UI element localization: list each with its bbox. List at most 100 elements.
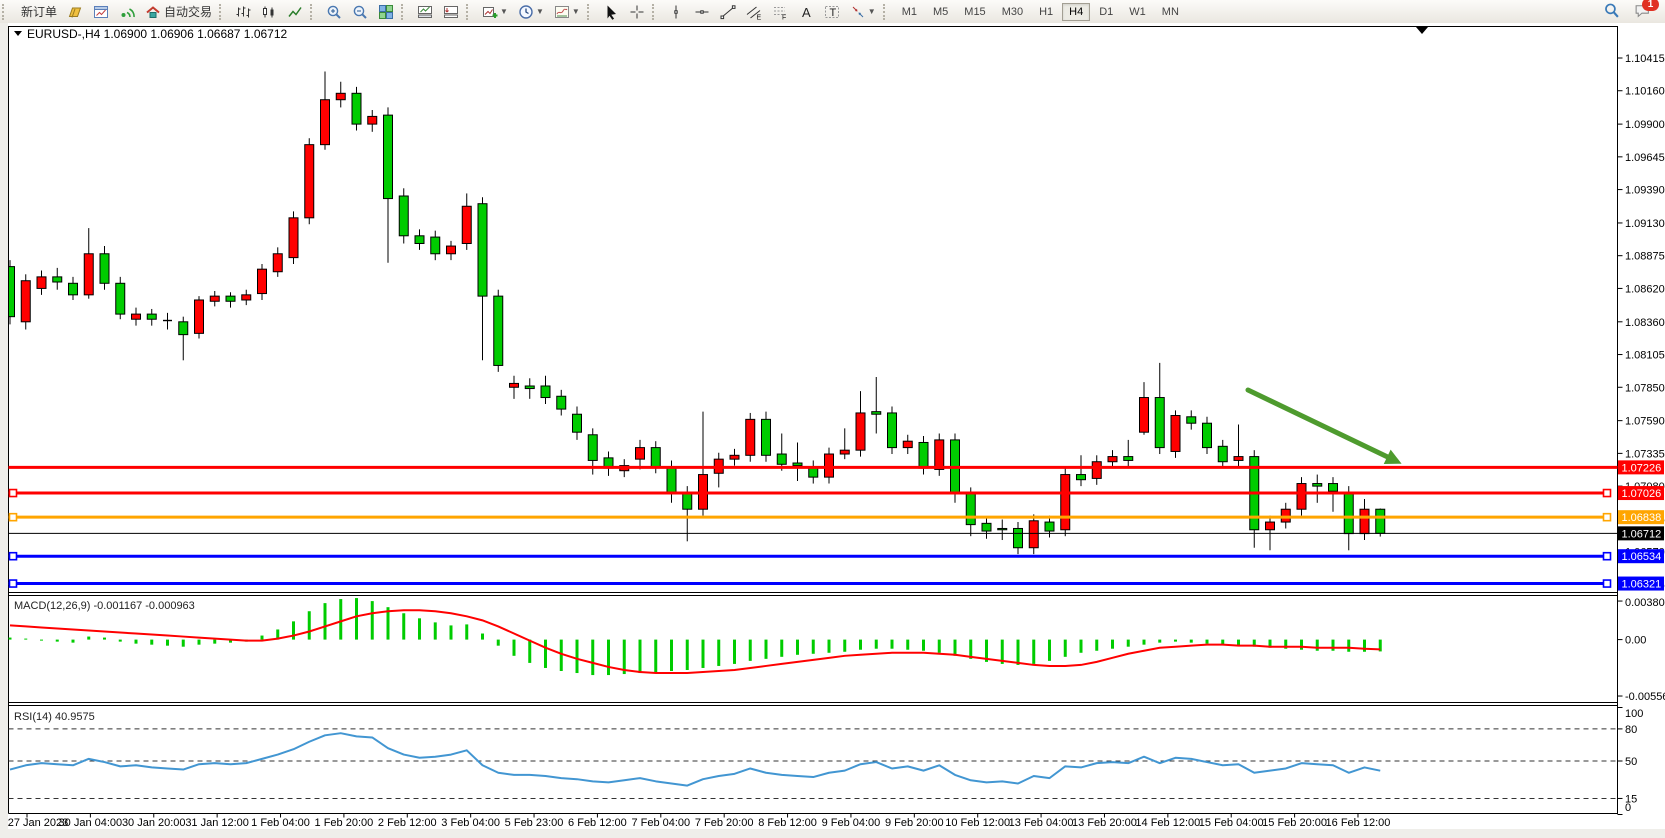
signals-button[interactable]: [115, 1, 139, 23]
toolbar-grip: [401, 4, 410, 20]
svg-text:1.08875: 1.08875: [1625, 251, 1665, 263]
toolbar-grip: [652, 4, 661, 20]
timeframe-m30[interactable]: M30: [995, 3, 1030, 21]
crosshair-icon: [629, 4, 645, 20]
add-indicator-button[interactable]: ▼: [478, 1, 512, 23]
chevron-down-icon[interactable]: ▼: [868, 7, 876, 16]
line-handle[interactable]: [1604, 580, 1611, 587]
zoom-in-icon: [326, 4, 342, 20]
cursor-button[interactable]: [599, 1, 623, 23]
new-order-button[interactable]: 新订单: [14, 1, 61, 23]
text-button[interactable]: A: [794, 1, 818, 23]
price-line-badge[interactable]: 1.07026: [1618, 486, 1664, 500]
search-button[interactable]: [1603, 2, 1620, 22]
svg-text:T: T: [829, 7, 836, 19]
templates-button[interactable]: ▼: [550, 1, 584, 23]
svg-text:30 Jan 20:00: 30 Jan 20:00: [122, 817, 186, 829]
toolbar-grip: [466, 4, 475, 20]
svg-text:31 Jan 12:00: 31 Jan 12:00: [185, 817, 249, 829]
line-handle[interactable]: [10, 490, 17, 497]
horizontal-line-icon: [694, 4, 710, 20]
timeframe-mn[interactable]: MN: [1155, 3, 1186, 21]
search-icon: [1603, 2, 1620, 19]
tile-windows-button[interactable]: [374, 1, 398, 23]
periods-icon: [518, 4, 534, 20]
svg-text:50: 50: [1625, 756, 1637, 768]
fibonacci-button[interactable]: F: [768, 1, 792, 23]
new-chart-button[interactable]: [89, 1, 113, 23]
zoom-out-button[interactable]: [348, 1, 372, 23]
line-handle[interactable]: [1604, 553, 1611, 560]
periods-button[interactable]: ▼: [514, 1, 548, 23]
horizontal-line-button[interactable]: [690, 1, 714, 23]
svg-text:7 Feb 04:00: 7 Feb 04:00: [631, 817, 690, 829]
svg-text:14 Feb 12:00: 14 Feb 12:00: [1135, 817, 1200, 829]
price-line-badge[interactable]: 1.06712: [1618, 526, 1664, 540]
chevron-down-icon[interactable]: ▼: [536, 7, 544, 16]
svg-text:13 Feb 20:00: 13 Feb 20:00: [1072, 817, 1137, 829]
zoom-in-button[interactable]: [322, 1, 346, 23]
svg-text:1.09130: 1.09130: [1625, 218, 1665, 230]
svg-text:1.08360: 1.08360: [1625, 317, 1665, 329]
svg-text:1 Feb 20:00: 1 Feb 20:00: [315, 817, 374, 829]
bar-chart-icon: [235, 4, 251, 20]
svg-text:6 Feb 12:00: 6 Feb 12:00: [568, 817, 627, 829]
price-line-badge[interactable]: 1.07226: [1618, 460, 1664, 474]
svg-text:15 Feb 04:00: 15 Feb 04:00: [1199, 817, 1264, 829]
svg-text:1.10415: 1.10415: [1625, 53, 1665, 65]
svg-text:1.06321: 1.06321: [1622, 579, 1662, 591]
timeframe-h4[interactable]: H4: [1062, 3, 1090, 21]
svg-text:1.06838: 1.06838: [1622, 512, 1662, 524]
timeframe-h1[interactable]: H1: [1032, 3, 1060, 21]
chevron-down-icon[interactable]: ▼: [500, 7, 508, 16]
vertical-line-button[interactable]: [664, 1, 688, 23]
timeframe-m5[interactable]: M5: [926, 3, 955, 21]
crosshair-button[interactable]: [625, 1, 649, 23]
svg-text:0.00: 0.00: [1625, 635, 1646, 647]
chat-button[interactable]: 1: [1634, 2, 1651, 22]
line-handle[interactable]: [1604, 490, 1611, 497]
indicator-window-alt-button[interactable]: [439, 1, 463, 23]
svg-text:E: E: [756, 14, 761, 20]
svg-text:1.09390: 1.09390: [1625, 185, 1665, 197]
arrows-button[interactable]: ▼: [846, 1, 880, 23]
line-handle[interactable]: [10, 514, 17, 521]
line-chart-button[interactable]: [283, 1, 307, 23]
new-chart-icon: [93, 4, 109, 20]
candlestick-chart-button[interactable]: [257, 1, 281, 23]
text-icon: A: [798, 4, 814, 20]
indicator-window-button[interactable]: [413, 1, 437, 23]
equidistant-channel-button[interactable]: E: [742, 1, 766, 23]
svg-text:9 Feb 04:00: 9 Feb 04:00: [822, 817, 881, 829]
text-label-button[interactable]: T: [820, 1, 844, 23]
price-line-badge[interactable]: 1.06838: [1618, 510, 1664, 524]
main-toolbar: 新订单 自动交易 ▼ ▼ ▼ E FA T ▼ M1M5M15M30H1H4D1W1MN 1: [0, 0, 1665, 24]
timeframe-w1[interactable]: W1: [1122, 3, 1153, 21]
timeframe-d1[interactable]: D1: [1092, 3, 1120, 21]
svg-text:7 Feb 20:00: 7 Feb 20:00: [695, 817, 754, 829]
toolbar-grip: [883, 4, 892, 20]
timeframe-m1[interactable]: M1: [895, 3, 924, 21]
history-center-button[interactable]: [63, 1, 87, 23]
svg-text:80: 80: [1625, 724, 1637, 736]
autotrade-button[interactable]: 自动交易: [141, 1, 216, 23]
chevron-down-icon[interactable]: ▼: [572, 7, 580, 16]
svg-text:13 Feb 04:00: 13 Feb 04:00: [1009, 817, 1074, 829]
svg-text:9 Feb 20:00: 9 Feb 20:00: [885, 817, 944, 829]
line-handle[interactable]: [10, 580, 17, 587]
line-handle[interactable]: [10, 553, 17, 560]
svg-text:16 Feb 12:00: 16 Feb 12:00: [1326, 817, 1391, 829]
price-line-badge[interactable]: 1.06534: [1618, 549, 1664, 563]
timeframe-m15[interactable]: M15: [957, 3, 992, 21]
bar-chart-button[interactable]: [231, 1, 255, 23]
trendline-icon: [720, 4, 736, 20]
svg-text:30 Jan 04:00: 30 Jan 04:00: [59, 817, 123, 829]
svg-text:8 Feb 12:00: 8 Feb 12:00: [758, 817, 817, 829]
line-handle[interactable]: [1604, 514, 1611, 521]
price-line-badge[interactable]: 1.06321: [1618, 577, 1664, 591]
main-chart-canvas[interactable]: 1.104151.101601.099001.096451.093901.091…: [0, 23, 1665, 838]
svg-text:0.003805: 0.003805: [1625, 597, 1665, 609]
trendline-button[interactable]: [716, 1, 740, 23]
vertical-line-icon: [668, 4, 684, 20]
fibonacci-icon: F: [772, 4, 788, 20]
